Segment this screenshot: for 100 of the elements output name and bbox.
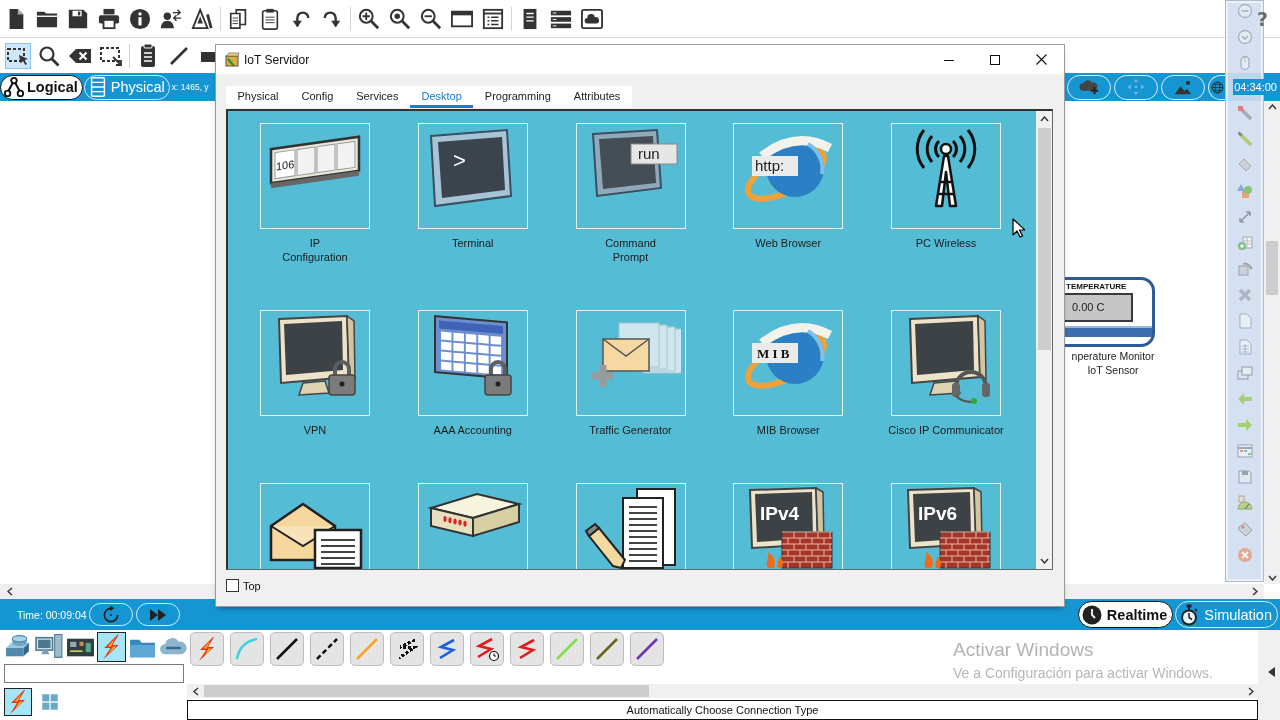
- scrollbar-thumb[interactable]: [1037, 128, 1051, 350]
- icon-label: 106: [276, 157, 295, 173]
- lightning-icon[interactable]: [4, 687, 32, 716]
- app-tile[interactable]: IPv4: [733, 483, 844, 569]
- watermark-text: Ve a Configuración para activar Windows.: [953, 665, 1213, 681]
- chevron-left-icon[interactable]: [7, 587, 13, 596]
- vertical-scrollbar[interactable]: [1264, 101, 1280, 584]
- globe-icon: [1211, 80, 1225, 94]
- cloud-window-icon[interactable]: [581, 7, 603, 30]
- device-label: nperature Monitor IoT Sensor: [1070, 349, 1156, 377]
- app-tile[interactable]: [260, 310, 370, 416]
- globe-icon: [745, 323, 833, 389]
- pen-icon[interactable]: [1236, 131, 1253, 147]
- clock-icon: [1081, 604, 1102, 625]
- lightning-icon[interactable]: [97, 632, 126, 662]
- app-label: IP Configuration: [282, 236, 348, 264]
- checkbox-label: Top: [243, 579, 261, 592]
- app-label: AAA Accounting: [433, 423, 512, 437]
- magnifier-icon[interactable]: [389, 7, 411, 30]
- input-field[interactable]: [4, 664, 184, 683]
- person-arrows-icon[interactable]: [160, 7, 182, 30]
- app-tile[interactable]: M I B: [733, 310, 844, 416]
- icon-label: IPv6: [918, 503, 958, 524]
- view-tab[interactable]: Logical: [0, 74, 83, 100]
- antenna-tower-icon: [915, 128, 977, 208]
- tab[interactable]: Physical: [226, 86, 290, 108]
- sensor-reading: 0.00 C: [1065, 293, 1133, 322]
- app-label: Cisco IP Communicator: [888, 423, 1004, 437]
- tab[interactable]: Programming: [473, 86, 563, 108]
- save-icon[interactable]: [67, 7, 89, 30]
- stopwatch-icon: [1179, 603, 1200, 626]
- scrollbar-thumb[interactable]: [1266, 241, 1278, 295]
- tab[interactable]: Attributes: [562, 86, 632, 108]
- triangle-pencil-icon[interactable]: [191, 7, 213, 30]
- app-tile[interactable]: [891, 310, 1001, 416]
- sensor-device[interactable]: TEMPERATURE 0.00 C: [1065, 277, 1155, 347]
- zoom-in-icon[interactable]: [358, 7, 380, 30]
- device-title: TEMPERATURE: [1065, 281, 1128, 293]
- maximize-icon[interactable]: [990, 54, 1000, 65]
- app-tile[interactable]: run: [575, 123, 686, 229]
- icon-label: IPv4: [760, 503, 800, 524]
- mode-tab[interactable]: Realtime: [1077, 601, 1174, 628]
- tab[interactable]: Desktop: [409, 86, 474, 108]
- app-label: Traffic Generator: [589, 423, 672, 437]
- printer-icon[interactable]: [98, 7, 120, 30]
- close-icon[interactable]: [1035, 54, 1047, 65]
- globe-icon: [745, 136, 833, 202]
- marker-icon[interactable]: [1236, 105, 1253, 121]
- simulation-time: Time: 00:09:04: [17, 608, 87, 621]
- monitor-lock-icon: [277, 314, 356, 396]
- chevron-left-icon[interactable]: [193, 686, 199, 696]
- monitor-icon: [429, 128, 512, 208]
- list-window-icon[interactable]: [482, 7, 504, 30]
- node-graph-icon: [3, 76, 25, 98]
- app-label: Terminal: [451, 236, 494, 250]
- app-tile[interactable]: [891, 123, 1001, 229]
- icon-label: http:: [755, 157, 785, 174]
- app-tile[interactable]: >: [417, 123, 528, 229]
- tab[interactable]: Services: [344, 86, 410, 108]
- fast-forward-icon: [148, 607, 167, 622]
- app-label: PC Wireless: [915, 236, 977, 250]
- watermark-title: Activar Windows: [953, 639, 1094, 661]
- chevron-down-icon[interactable]: [1267, 575, 1277, 581]
- app-tile[interactable]: http:: [733, 123, 844, 229]
- app-label: Web Browser: [755, 236, 822, 250]
- move-arrows-icon: [1126, 77, 1147, 97]
- cloud-plus-icon: [1078, 77, 1101, 97]
- tab[interactable]: Config: [289, 86, 345, 108]
- chevron-up-icon[interactable]: [1039, 116, 1049, 122]
- clipboard-icon[interactable]: [259, 7, 281, 30]
- chevron-up-icon[interactable]: [1267, 104, 1277, 110]
- triangle-left-icon[interactable]: [1268, 667, 1275, 677]
- horizontal-scrollbar[interactable]: [187, 684, 1258, 698]
- zoom-out-icon[interactable]: [420, 7, 442, 30]
- app-label: VPN: [303, 423, 327, 437]
- chevron-down-icon[interactable]: [1039, 558, 1049, 564]
- checkbox[interactable]: [226, 579, 239, 592]
- app-tile[interactable]: 106: [260, 123, 370, 229]
- spreadsheet-lock-icon: [433, 314, 512, 396]
- icon-label: run: [637, 145, 660, 162]
- app-tile[interactable]: [575, 310, 686, 416]
- app-label: Command Prompt: [605, 236, 656, 264]
- grid-icon[interactable]: [41, 692, 59, 711]
- help-button[interactable]: ?: [1256, 7, 1268, 30]
- app-tile[interactable]: [417, 483, 528, 569]
- chevron-right-icon[interactable]: [1252, 587, 1258, 596]
- icon-label: M I B: [757, 346, 790, 361]
- app-tile[interactable]: IPv6: [891, 483, 1001, 569]
- status-field: Automatically Choose Connection Type: [187, 700, 1258, 720]
- clock-time: 04:34:00: [1233, 79, 1278, 95]
- info-icon[interactable]: [129, 7, 151, 30]
- chevron-right-icon[interactable]: [1248, 686, 1254, 696]
- app-tile[interactable]: [575, 483, 686, 569]
- selection-icon[interactable]: [5, 42, 31, 69]
- documents-pencil-icon: [584, 488, 676, 569]
- window-title: IoT Servidor: [244, 52, 310, 67]
- app-tile[interactable]: [260, 483, 370, 569]
- scrollbar-thumb[interactable]: [204, 685, 649, 697]
- mouse-pointer-icon: [1012, 218, 1025, 238]
- app-tile[interactable]: [417, 310, 528, 416]
